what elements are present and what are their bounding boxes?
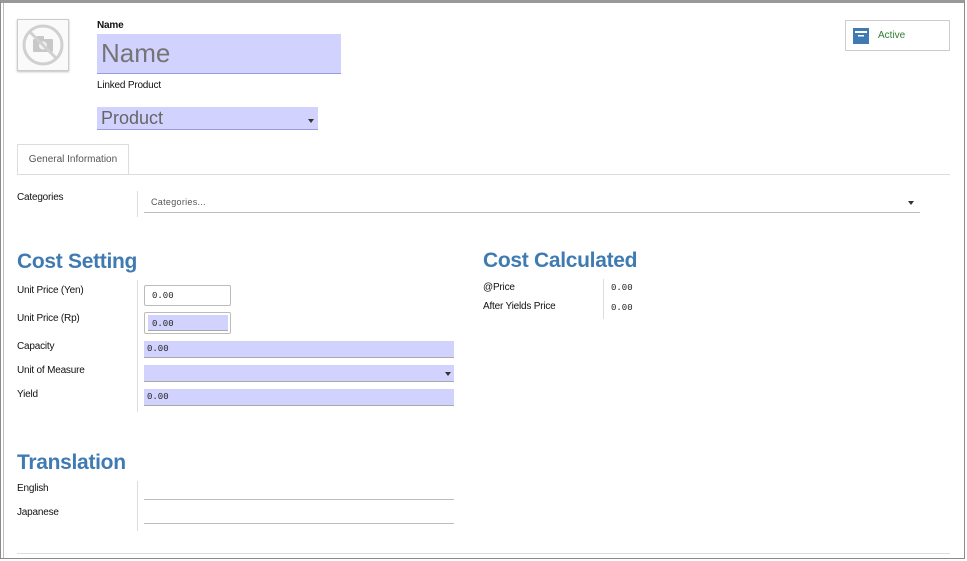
capacity-input[interactable]: 0.00 xyxy=(144,341,454,358)
label-separator xyxy=(603,279,604,319)
capacity-value: 0.00 xyxy=(147,344,169,354)
label-separator xyxy=(137,280,138,412)
linked-product-select[interactable]: Product xyxy=(97,107,318,130)
name-input[interactable] xyxy=(97,34,341,74)
yield-input[interactable]: 0.00 xyxy=(144,389,454,406)
active-toggle-button[interactable]: Active xyxy=(845,20,950,51)
at-price-label: @Price xyxy=(483,282,515,293)
archive-box-icon xyxy=(853,28,869,44)
tab-general-information[interactable]: General Information xyxy=(17,144,129,175)
categories-placeholder: Categories... xyxy=(151,197,206,207)
unit-price-yen-value: 0.00 xyxy=(152,291,174,301)
after-yields-price-label: After Yields Price xyxy=(483,301,556,312)
after-yields-price-value: 0.00 xyxy=(611,303,633,313)
japanese-label: Japanese xyxy=(17,507,59,518)
unit-price-rp-input[interactable]: 0.00 xyxy=(144,312,231,334)
capacity-label: Capacity xyxy=(17,341,55,352)
name-label: Name xyxy=(97,20,124,31)
label-separator xyxy=(137,191,138,217)
english-underline xyxy=(144,499,454,500)
linked-product-label: Linked Product xyxy=(97,80,161,91)
categories-underline xyxy=(144,212,920,213)
cost-calculated-title: Cost Calculated xyxy=(483,249,638,272)
english-label: English xyxy=(17,483,49,494)
unit-of-measure-label: Unit of Measure xyxy=(17,365,85,376)
label-separator xyxy=(137,481,138,531)
english-input[interactable] xyxy=(144,482,454,500)
unit-price-rp-label: Unit Price (Rp) xyxy=(17,313,80,324)
bottom-divider xyxy=(17,553,950,554)
japanese-input[interactable] xyxy=(144,506,454,524)
japanese-underline xyxy=(144,523,454,524)
frame-edge xyxy=(3,3,4,558)
unit-price-rp-value: 0.00 xyxy=(152,319,174,329)
categories-select[interactable]: Categories... xyxy=(144,192,920,213)
caret-down-icon xyxy=(445,372,451,376)
tab-divider xyxy=(17,174,950,175)
yield-label: Yield xyxy=(17,389,38,400)
yield-value: 0.00 xyxy=(147,392,169,402)
active-label: Active xyxy=(878,30,906,41)
no-photo-camera-icon xyxy=(22,24,64,66)
caret-down-icon xyxy=(908,201,914,205)
unit-of-measure-select[interactable] xyxy=(144,365,454,382)
caret-down-icon xyxy=(308,119,314,123)
unit-price-yen-label: Unit Price (Yen) xyxy=(17,285,84,296)
cost-setting-title: Cost Setting xyxy=(17,250,138,273)
product-image[interactable] xyxy=(17,19,69,71)
unit-price-yen-input[interactable]: 0.00 xyxy=(144,285,231,306)
translation-title: Translation xyxy=(17,451,126,474)
categories-label: Categories xyxy=(17,192,64,203)
product-select-value: Product xyxy=(101,108,164,128)
at-price-value: 0.00 xyxy=(611,283,633,293)
